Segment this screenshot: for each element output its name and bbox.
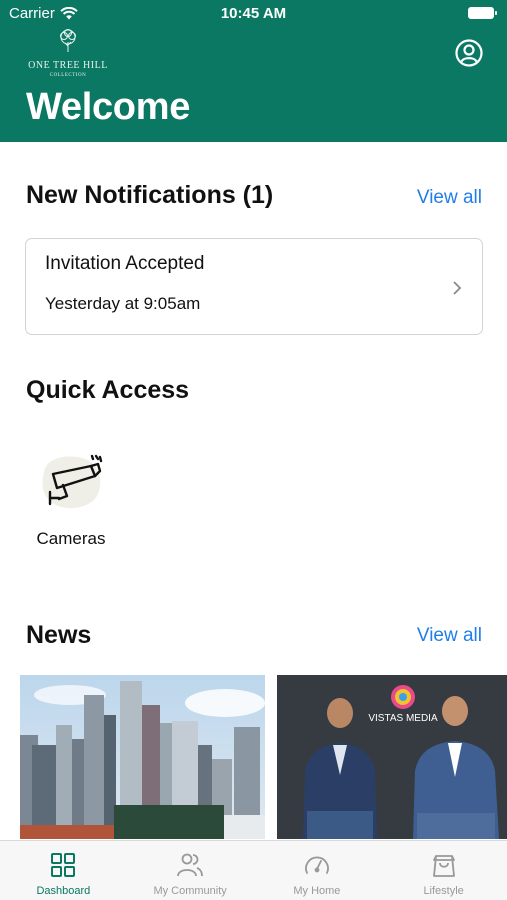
tab-lifestyle-label: Lifestyle <box>423 885 464 897</box>
vistas-media-brand-text: VISTAS MEDIA <box>368 713 438 724</box>
bag-icon <box>432 855 455 877</box>
status-bar: Carrier 10:45 AM <box>0 0 507 28</box>
quick-access-title: Quick Access <box>26 376 190 404</box>
news-card-vistas-media[interactable]: VISTAS MEDIA <box>277 675 507 839</box>
news-title: News <box>26 621 92 649</box>
notification-title: Invitation Accepted <box>45 253 205 274</box>
tab-dashboard-label: Dashboard <box>36 885 91 897</box>
news-image-vistas-media: VISTAS MEDIA <box>277 675 507 839</box>
tab-my-home[interactable]: My Home <box>254 841 381 900</box>
app-header: Carrier 10:45 AM ONE TREE HILL COLLECTIO… <box>0 0 507 142</box>
camera-icon <box>42 454 103 509</box>
tree-icon <box>60 29 76 52</box>
logo-name: ONE TREE HILL <box>28 60 108 71</box>
notification-time: Yesterday at 9:05am <box>45 294 201 313</box>
quick-access-cameras-button[interactable] <box>38 452 106 512</box>
page-title: Welcome <box>26 86 191 128</box>
logo-sub: COLLECTION <box>49 73 87 78</box>
news-view-all-link[interactable]: View all <box>417 625 482 647</box>
tab-my-community[interactable]: My Community <box>127 841 254 900</box>
notification-card[interactable]: Invitation Accepted Yesterday at 9:05am <box>25 238 483 335</box>
notifications-view-all-link[interactable]: View all <box>417 187 482 209</box>
tab-my-community-label: My Community <box>153 885 227 897</box>
news-card-city-skyline[interactable] <box>20 675 265 839</box>
community-icon <box>177 853 204 877</box>
news-image-city <box>20 675 265 839</box>
tab-lifestyle[interactable]: Lifestyle <box>380 841 507 900</box>
gauge-icon <box>305 856 329 874</box>
brand-logo: ONE TREE HILL COLLECTION <box>22 28 114 78</box>
profile-icon[interactable] <box>455 39 483 67</box>
battery-icon <box>468 7 497 19</box>
tab-dashboard[interactable]: Dashboard <box>0 841 127 900</box>
tab-my-home-label: My Home <box>293 885 341 897</box>
clock: 10:45 AM <box>220 5 287 22</box>
dashboard-icon <box>51 853 76 877</box>
notifications-title: New Notifications (1) <box>26 181 274 209</box>
chevron-right-icon <box>453 281 462 295</box>
tab-bar: Dashboard My Community My Home Lifestyle <box>0 840 507 900</box>
quick-access-cameras-label: Cameras <box>36 529 106 548</box>
